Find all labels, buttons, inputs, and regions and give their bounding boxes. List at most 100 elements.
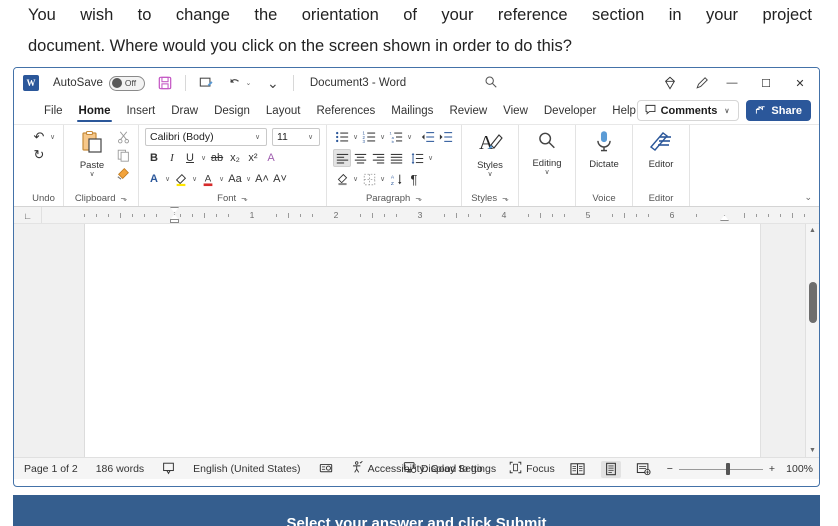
italic-button[interactable]: I bbox=[163, 149, 181, 167]
customize-quick-access-icon[interactable]: ⌄ bbox=[264, 73, 282, 93]
paste-button[interactable]: Paste ∨ bbox=[70, 128, 114, 179]
tab-insert[interactable]: Insert bbox=[118, 99, 163, 123]
tab-home[interactable]: Home bbox=[71, 99, 119, 123]
bold-button[interactable]: B bbox=[145, 149, 163, 167]
shrink-font-button[interactable]: A˅ bbox=[271, 170, 289, 188]
scroll-up-arrow-icon[interactable]: ▲ bbox=[809, 224, 816, 237]
tab-view[interactable]: View bbox=[495, 99, 536, 123]
zoom-control[interactable]: − + 100% bbox=[667, 463, 813, 475]
left-indent-marker[interactable] bbox=[170, 219, 179, 223]
strikethrough-button[interactable]: ab bbox=[208, 149, 226, 167]
share-button[interactable]: Share bbox=[746, 100, 811, 121]
increase-indent-button[interactable] bbox=[437, 128, 455, 146]
borders-caret-icon[interactable]: ∨ bbox=[378, 175, 387, 183]
save-icon[interactable] bbox=[156, 73, 174, 93]
undo-dropdown-caret[interactable]: ⌄ bbox=[244, 79, 253, 87]
touch-mode-icon[interactable] bbox=[197, 73, 215, 93]
maximize-button[interactable]: ☐ bbox=[753, 72, 779, 94]
zoom-level-label[interactable]: 100% bbox=[781, 463, 813, 475]
tab-developer[interactable]: Developer bbox=[536, 99, 604, 123]
editing-caret-icon[interactable]: ∨ bbox=[544, 169, 549, 177]
scrollbar-thumb[interactable] bbox=[809, 282, 817, 323]
show-formatting-marks-button[interactable]: ¶ bbox=[405, 170, 423, 188]
align-center-button[interactable] bbox=[351, 149, 369, 167]
numbering-caret-icon[interactable]: ∨ bbox=[378, 133, 387, 141]
change-case-button[interactable]: Aa bbox=[226, 170, 244, 188]
font-dialog-launcher-icon[interactable]: ⬎ bbox=[241, 194, 248, 203]
right-indent-marker[interactable] bbox=[720, 215, 729, 221]
superscript-button[interactable]: x² bbox=[244, 149, 262, 167]
align-left-button[interactable] bbox=[333, 149, 351, 167]
font-color-caret-icon[interactable]: ∨ bbox=[217, 175, 226, 183]
bullets-caret-icon[interactable]: ∨ bbox=[351, 133, 360, 141]
paragraph-dialog-launcher-icon[interactable]: ⬎ bbox=[415, 194, 422, 203]
editor-button[interactable]: Editor bbox=[639, 128, 683, 170]
tab-layout[interactable]: Layout bbox=[258, 99, 309, 123]
ribbon-collapse-icon[interactable]: ⌄ bbox=[804, 192, 812, 203]
web-layout-button[interactable] bbox=[634, 461, 654, 478]
dictate-button[interactable]: Dictate bbox=[582, 128, 626, 170]
minimize-button[interactable]: — bbox=[719, 72, 745, 94]
text-effects-button[interactable]: A bbox=[145, 170, 163, 188]
tab-design[interactable]: Design bbox=[206, 99, 258, 123]
undo-icon[interactable]: ↶ bbox=[30, 128, 48, 146]
underline-button[interactable]: U bbox=[181, 149, 199, 167]
document-page[interactable] bbox=[85, 224, 761, 457]
close-button[interactable]: ✕ bbox=[787, 72, 813, 94]
format-painter-icon[interactable] bbox=[114, 164, 132, 182]
styles-caret-icon[interactable]: ∨ bbox=[487, 171, 492, 179]
change-case-caret-icon[interactable]: ∨ bbox=[244, 175, 253, 183]
cut-icon[interactable] bbox=[114, 128, 132, 146]
ink-pen-icon[interactable] bbox=[693, 73, 711, 93]
text-highlight-color-button[interactable] bbox=[172, 170, 190, 188]
tab-review[interactable]: Review bbox=[441, 99, 495, 123]
justify-button[interactable] bbox=[387, 149, 405, 167]
shading-button[interactable] bbox=[333, 170, 351, 188]
undo-icon[interactable] bbox=[226, 73, 244, 93]
word-count-status[interactable]: 186 words bbox=[96, 463, 144, 475]
clear-formatting-button[interactable]: A bbox=[262, 149, 280, 167]
autosave-toggle[interactable]: Off bbox=[108, 75, 145, 91]
grow-font-button[interactable]: A˄ bbox=[253, 170, 271, 188]
track-changes-icon[interactable] bbox=[319, 462, 333, 475]
scroll-down-arrow-icon[interactable]: ▼ bbox=[809, 444, 816, 457]
zoom-in-button[interactable]: + bbox=[769, 463, 775, 475]
display-settings-status[interactable]: Display Settings bbox=[403, 461, 496, 477]
line-spacing-caret-icon[interactable]: ∨ bbox=[426, 154, 435, 162]
print-layout-button[interactable] bbox=[600, 460, 621, 478]
multilevel-caret-icon[interactable]: ∨ bbox=[405, 133, 414, 141]
styles-dialog-launcher-icon[interactable]: ⬎ bbox=[502, 194, 509, 203]
zoom-slider[interactable] bbox=[678, 463, 763, 475]
zoom-slider-thumb[interactable] bbox=[725, 463, 730, 475]
font-size-combobox[interactable]: 11 ∨ bbox=[272, 128, 320, 146]
multilevel-list-button[interactable]: 1ab bbox=[387, 128, 405, 146]
editing-button[interactable]: Editing ∨ bbox=[525, 128, 569, 177]
paste-caret-icon[interactable]: ∨ bbox=[89, 171, 94, 179]
subscript-button[interactable]: x₂ bbox=[226, 149, 244, 167]
comments-button[interactable]: Comments ∨ bbox=[636, 100, 740, 121]
sort-button[interactable]: AZ bbox=[387, 170, 405, 188]
redo-icon[interactable]: ↻ bbox=[30, 146, 48, 164]
microsoft-365-icon[interactable] bbox=[661, 73, 679, 93]
bullets-button[interactable] bbox=[333, 128, 351, 146]
align-right-button[interactable] bbox=[369, 149, 387, 167]
numbering-button[interactable]: 123 bbox=[360, 128, 378, 146]
decrease-indent-button[interactable] bbox=[419, 128, 437, 146]
highlight-caret-icon[interactable]: ∨ bbox=[190, 175, 199, 183]
tab-stop-icon[interactable]: ∟ bbox=[14, 207, 42, 223]
font-color-button[interactable]: A bbox=[199, 170, 217, 188]
text-effects-caret-icon[interactable]: ∨ bbox=[163, 175, 172, 183]
line-spacing-button[interactable] bbox=[408, 149, 426, 167]
clipboard-dialog-launcher-icon[interactable]: ⬎ bbox=[120, 194, 127, 203]
tab-draw[interactable]: Draw bbox=[163, 99, 206, 123]
search-icon[interactable] bbox=[484, 75, 498, 92]
vertical-scrollbar[interactable]: ▲ ▼ bbox=[805, 224, 819, 457]
proofing-errors-icon[interactable] bbox=[162, 462, 175, 475]
undo-caret-icon[interactable]: ∨ bbox=[48, 133, 57, 141]
shading-caret-icon[interactable]: ∨ bbox=[351, 175, 360, 183]
zoom-out-button[interactable]: − bbox=[667, 463, 673, 475]
styles-button[interactable]: A Styles ∨ bbox=[468, 128, 512, 179]
focus-mode-status[interactable]: Focus bbox=[509, 461, 555, 477]
borders-button[interactable] bbox=[360, 170, 378, 188]
tab-file[interactable]: File bbox=[36, 99, 71, 123]
